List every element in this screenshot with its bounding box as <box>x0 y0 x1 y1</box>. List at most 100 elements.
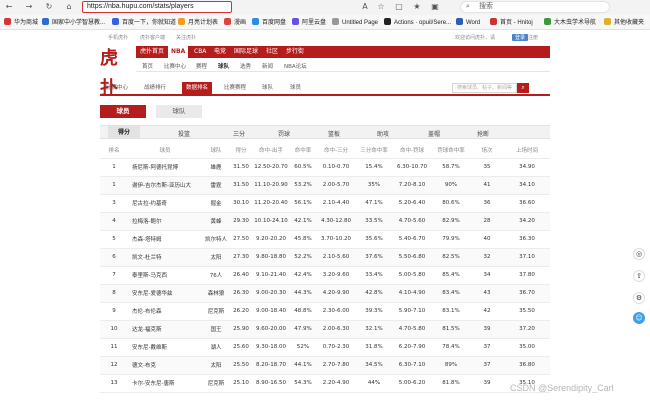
bookmarks-bar: 华为商城 国家中小学智慧教... 百度一下，你就知道 月亮计划表 漫画 百度网盘… <box>0 15 650 30</box>
player-name-cell[interactable]: 德文-布克 <box>128 356 202 375</box>
favorite-star-icon[interactable]: ☆ <box>376 2 386 12</box>
team-name-cell[interactable]: 尼克斯 <box>202 374 230 393</box>
site-search-button[interactable]: ⌕ <box>517 83 529 93</box>
subnav-home[interactable]: 首页 <box>142 62 153 70</box>
subnav-news[interactable]: 新闻 <box>262 62 273 70</box>
team-name-cell[interactable]: 雷霆 <box>202 176 230 195</box>
team-name-cell[interactable]: 掘金 <box>202 194 230 213</box>
sort-assist[interactable]: 助攻 <box>377 129 389 138</box>
bookmark-item[interactable]: 国家中小学智慧教... <box>42 18 105 28</box>
bookmark-item[interactable]: 月亮计划表 <box>178 18 218 28</box>
player-name-cell[interactable]: 拉梅洛-鲍尔 <box>128 212 202 231</box>
player-name-cell[interactable]: 杰森-塔特姆 <box>128 230 202 249</box>
tab-players[interactable]: 球员 <box>286 82 305 94</box>
bookmark-item[interactable]: 大木虫学术导航 <box>544 18 596 28</box>
player-name-cell[interactable]: 达龙-福克斯 <box>128 320 202 339</box>
team-name-cell[interactable]: 国王 <box>202 320 230 339</box>
hupu-logo[interactable]: 虎扑 <box>100 44 130 99</box>
collections-icon[interactable]: ▣ <box>430 2 440 12</box>
site-search-input[interactable]: 搜索球员、帖子、新闻等 <box>452 83 517 93</box>
nav-item-soccer[interactable]: 国际足球 <box>234 46 258 58</box>
app-link[interactable]: 虎扑客户端 <box>140 34 165 41</box>
stat-cell: 13 <box>100 374 128 393</box>
team-name-cell[interactable]: 太阳 <box>202 248 230 267</box>
sort-rebound[interactable]: 篮板 <box>328 129 340 138</box>
browser-search-box[interactable]: ⌕ 搜索 <box>460 1 610 13</box>
player-name-cell[interactable]: 安东尼-戴维斯 <box>128 338 202 357</box>
tab-player[interactable]: 球员 <box>100 105 146 118</box>
sort-three[interactable]: 三分 <box>233 129 245 138</box>
tab-games[interactable]: 比赛中心 <box>102 82 132 94</box>
bookmark-item[interactable]: 漫画 <box>224 18 246 28</box>
stat-cell: 47.9% <box>290 320 316 339</box>
bookmark-item[interactable]: 首页 - Hnitoj <box>490 18 533 28</box>
team-name-cell[interactable]: 森林狼 <box>202 284 230 303</box>
subnav-teams[interactable]: 球队 <box>218 62 229 70</box>
stat-cell: 5.50-6.80 <box>392 248 432 267</box>
assistant-icon[interactable]: ☺ <box>633 312 645 324</box>
bookmark-item[interactable]: 百度网盘 <box>252 18 286 28</box>
sort-steal[interactable]: 抢断 <box>477 129 489 138</box>
player-name-cell[interactable]: 杰伦-布伦森 <box>128 302 202 321</box>
team-name-cell[interactable]: 湖人 <box>202 338 230 357</box>
stat-cell: 0.10-0.70 <box>316 158 356 177</box>
bookmark-item[interactable]: 百度一下，你就知道 <box>112 18 176 28</box>
feedback-icon[interactable]: ◎ <box>633 248 645 260</box>
nav-item-bxj[interactable]: 步行街 <box>286 46 304 58</box>
tab-standings[interactable]: 战绩排行 <box>140 82 170 94</box>
tab-team[interactable]: 球队 <box>156 105 202 118</box>
nav-item-esports[interactable]: 电竞 <box>214 46 226 58</box>
player-name-cell[interactable]: 扬尼斯-阿德托昆博 <box>128 158 202 177</box>
tab-schedule[interactable]: 比赛赛程 <box>220 82 250 94</box>
subnav-draft[interactable]: 选秀 <box>240 62 251 70</box>
subnav-schedule[interactable]: 赛程 <box>196 62 207 70</box>
forward-icon[interactable]: → <box>24 2 34 12</box>
subnav-forum[interactable]: NBA论坛 <box>284 62 307 70</box>
team-name-cell[interactable]: 尼克斯 <box>202 302 230 321</box>
team-name-cell[interactable]: 雄鹿 <box>202 158 230 177</box>
read-aloud-icon[interactable]: A <box>360 2 370 12</box>
favorites-icon[interactable]: ★ <box>412 2 422 12</box>
stat-cell: 12.50-20.70 <box>252 158 290 177</box>
follow-link[interactable]: 关注虎扑 <box>176 34 196 41</box>
subnav-games[interactable]: 比赛中心 <box>164 62 186 70</box>
home-icon[interactable]: ⌂ <box>64 2 74 12</box>
player-name-cell[interactable]: 泰里斯-马克西 <box>128 266 202 285</box>
sort-freethrow[interactable]: 罚球 <box>278 129 290 138</box>
nav-item-community[interactable]: 社区 <box>266 46 278 58</box>
share-icon[interactable]: ⇧ <box>633 270 645 282</box>
team-name-cell[interactable]: 黄蜂 <box>202 212 230 231</box>
mobile-link[interactable]: 手机虎扑 <box>108 34 128 41</box>
bookmark-item[interactable]: Actions · opuil/Sere... <box>384 18 451 28</box>
sort-shooting[interactable]: 投篮 <box>178 129 190 138</box>
bookmark-item[interactable]: Word <box>456 18 480 28</box>
player-name-cell[interactable]: 安东尼-爱德华兹 <box>128 284 202 303</box>
nav-item-home[interactable]: 虎扑首页 <box>140 46 164 58</box>
team-name-cell[interactable]: 76人 <box>202 266 230 285</box>
tab-stats[interactable]: 数据排名 <box>182 82 213 94</box>
back-icon[interactable]: ← <box>4 2 14 12</box>
stat-cell: 41 <box>470 176 504 195</box>
split-screen-icon[interactable]: ▢ <box>394 2 404 12</box>
bookmark-item[interactable]: Untitled Page <box>332 18 378 28</box>
player-name-cell[interactable]: 谢伊-吉尔杰斯-亚历山大 <box>128 176 202 195</box>
player-name-cell[interactable]: 尼古拉-约基奇 <box>128 194 202 213</box>
sort-score[interactable]: 得分 <box>108 126 141 139</box>
bookmark-item[interactable]: 华为商城 <box>4 18 38 28</box>
refresh-icon[interactable]: ↻ <box>44 2 54 12</box>
nav-item-nba[interactable]: NBA <box>168 46 189 58</box>
address-bar[interactable]: https://nba.hupu.com/stats/players <box>82 1 232 13</box>
team-name-cell[interactable]: 凯尔特人 <box>202 230 230 249</box>
player-name-cell[interactable]: 凯文-杜兰特 <box>128 248 202 267</box>
sort-block[interactable]: 盖帽 <box>428 129 440 138</box>
tab-teams[interactable]: 球队 <box>258 82 277 94</box>
settings-icon[interactable]: ⚙ <box>633 292 645 304</box>
bookmark-item[interactable]: 阿里云盘 <box>292 18 326 28</box>
team-name-cell[interactable]: 太阳 <box>202 356 230 375</box>
player-name-cell[interactable]: 卡尔-安东尼-唐斯 <box>128 374 202 393</box>
login-button[interactable]: 登录 <box>512 34 529 41</box>
bookmark-item[interactable]: 其他收藏夹 <box>604 18 644 28</box>
register-link[interactable]: 注册 <box>528 34 538 41</box>
nav-item-cba[interactable]: CBA <box>194 46 206 58</box>
main-nav: 虎扑首页 NBA CBA 电竞 国际足球 社区 步行街 <box>136 46 550 58</box>
